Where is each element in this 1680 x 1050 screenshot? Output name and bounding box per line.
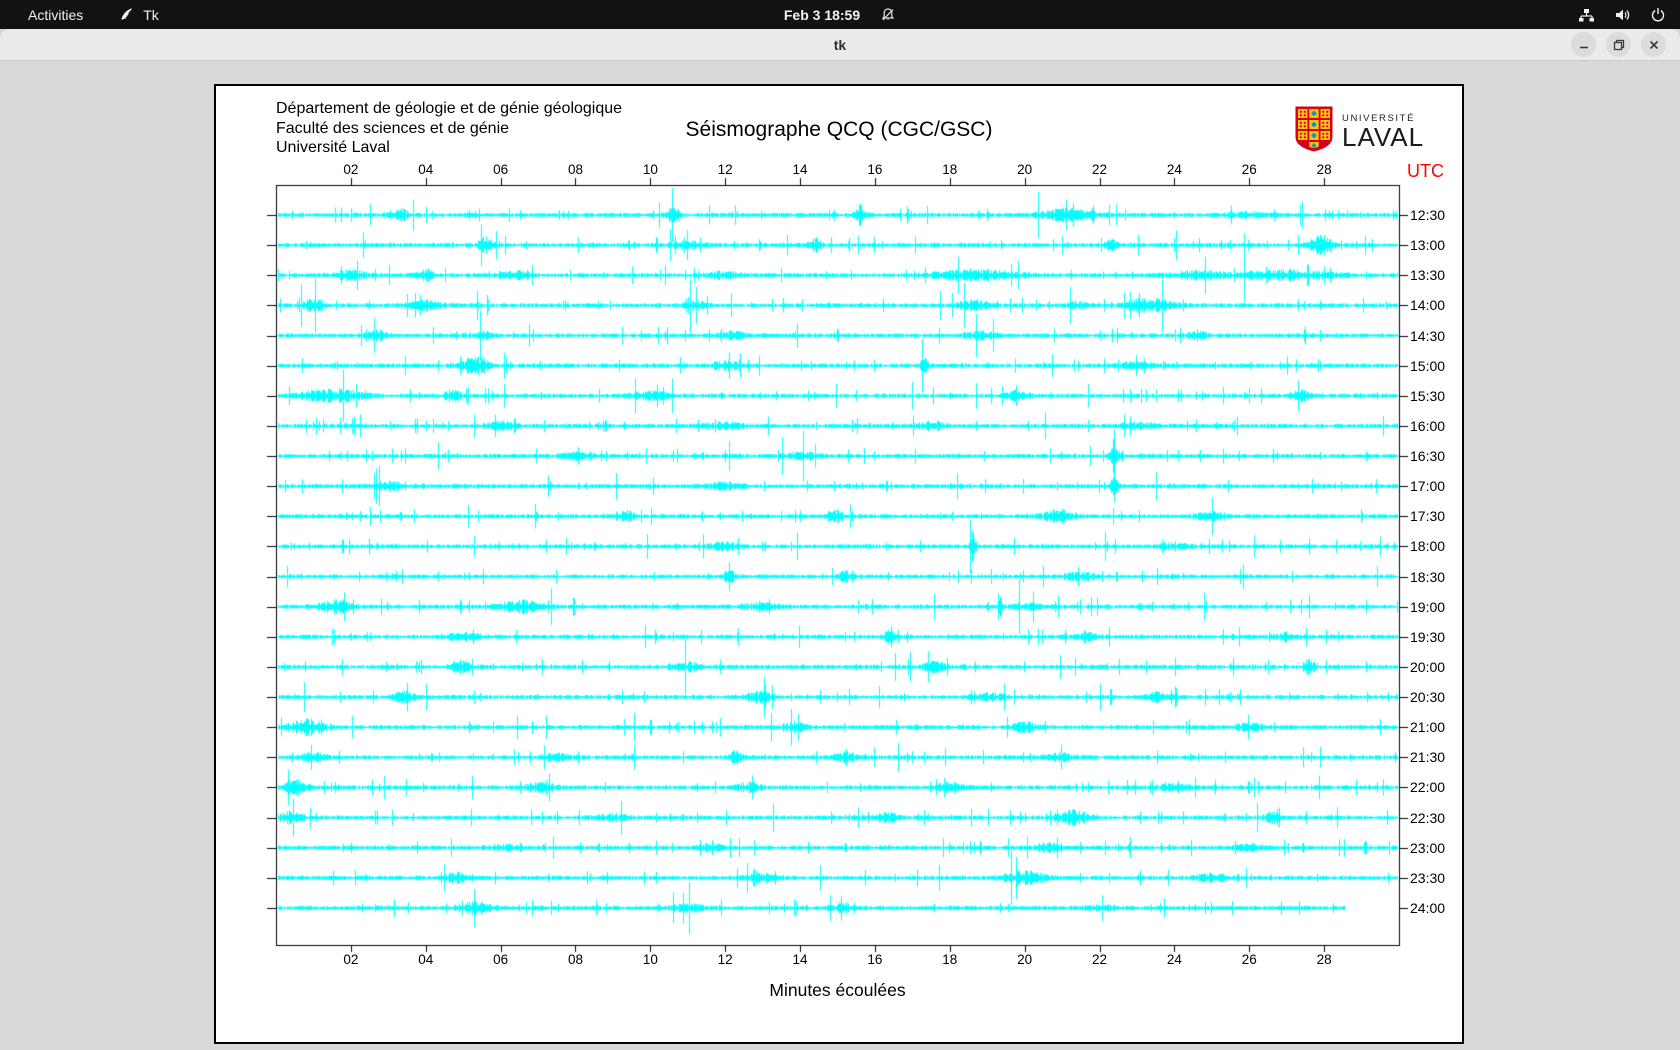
- app-indicator[interactable]: Tk: [119, 7, 159, 23]
- utc-row-label-16:00: 16:00: [1410, 417, 1446, 434]
- utc-row-label-18:30: 18:30: [1410, 568, 1446, 585]
- seismogram-plot: [256, 166, 1436, 966]
- utc-row-label-13:00: 13:00: [1410, 237, 1446, 254]
- x-tick-bottom-02: 02: [343, 952, 359, 967]
- x-tick-top-16: 16: [867, 162, 883, 177]
- utc-row-label-14:30: 14:30: [1410, 327, 1446, 344]
- utc-row-label-21:00: 21:00: [1410, 719, 1446, 736]
- x-tick-bottom-18: 18: [942, 952, 958, 967]
- utc-row-label-22:30: 22:30: [1410, 809, 1446, 826]
- volume-icon[interactable]: [1614, 7, 1631, 23]
- x-tick-bottom-06: 06: [493, 952, 509, 967]
- x-tick-top-02: 02: [343, 162, 359, 177]
- app-indicator-label: Tk: [143, 6, 159, 23]
- utc-row-label-19:30: 19:30: [1410, 628, 1446, 645]
- tk-window-body: Département de géologie et de génie géol…: [0, 61, 1680, 1050]
- utc-row-label-24:00: 24:00: [1410, 900, 1446, 916]
- x-tick-bottom-04: 04: [418, 952, 434, 967]
- x-tick-bottom-24: 24: [1166, 952, 1182, 967]
- universite-laval-logo: UNIVERSITÉ LAVAL: [1294, 105, 1424, 158]
- tk-feather-icon: [119, 7, 134, 22]
- utc-row-label-23:30: 23:30: [1410, 869, 1446, 886]
- bell-slash-icon: [880, 7, 896, 23]
- utc-row-label-19:00: 19:00: [1410, 598, 1446, 615]
- x-tick-top-06: 06: [493, 162, 509, 177]
- utc-row-label-20:30: 20:30: [1410, 689, 1446, 706]
- logo-laval-text: LAVAL: [1342, 122, 1425, 152]
- utc-row-label-20:00: 20:00: [1410, 658, 1446, 675]
- utc-row-label-22:00: 22:00: [1410, 779, 1446, 796]
- utc-row-label-18:00: 18:00: [1410, 538, 1446, 555]
- header-line-1: Département de géologie et de génie géol…: [276, 100, 623, 117]
- utc-row-label-21:30: 21:30: [1410, 749, 1446, 766]
- x-tick-top-28: 28: [1316, 162, 1332, 177]
- maximize-button[interactable]: [1606, 32, 1631, 57]
- utc-row-label-13:30: 13:30: [1410, 267, 1446, 284]
- x-tick-top-12: 12: [717, 162, 733, 177]
- page-title: Séismographe QCQ (CGC/GSC): [685, 118, 993, 141]
- activities-button[interactable]: Activities: [28, 7, 83, 23]
- x-tick-bottom-14: 14: [792, 952, 808, 967]
- utc-row-label-23:00: 23:00: [1410, 839, 1446, 856]
- x-tick-bottom-20: 20: [1017, 952, 1033, 967]
- x-tick-top-14: 14: [792, 162, 808, 177]
- x-tick-bottom-26: 26: [1241, 952, 1257, 967]
- utc-row-label-17:00: 17:00: [1410, 478, 1446, 495]
- x-axis-label: Minutes écoulées: [769, 980, 906, 1000]
- x-tick-top-18: 18: [942, 162, 958, 177]
- utc-row-label-16:30: 16:30: [1410, 448, 1446, 465]
- x-tick-bottom-16: 16: [867, 952, 883, 967]
- x-tick-top-24: 24: [1166, 162, 1182, 177]
- utc-axis-label: UTC: [1407, 161, 1444, 181]
- clock[interactable]: Feb 3 18:59: [784, 7, 860, 23]
- x-tick-bottom-12: 12: [717, 952, 733, 967]
- laval-shield-icon: [1294, 105, 1334, 158]
- x-tick-bottom-10: 10: [642, 952, 658, 967]
- utc-row-label-12:30: 12:30: [1410, 207, 1446, 223]
- utc-row-label-17:30: 17:30: [1410, 508, 1446, 525]
- x-tick-top-22: 22: [1092, 162, 1108, 177]
- x-tick-top-10: 10: [642, 162, 658, 177]
- utc-row-label-15:00: 15:00: [1410, 357, 1446, 374]
- x-tick-top-26: 26: [1241, 162, 1257, 177]
- minimize-button[interactable]: [1571, 32, 1596, 57]
- power-icon[interactable]: [1650, 7, 1666, 23]
- x-tick-bottom-28: 28: [1316, 952, 1332, 967]
- x-tick-top-08: 08: [567, 162, 583, 177]
- x-tick-top-04: 04: [418, 162, 434, 177]
- utc-row-label-14:00: 14:00: [1410, 297, 1446, 314]
- gnome-top-bar: Activities Tk Feb 3 18:59: [0, 0, 1680, 29]
- window-title: tk: [833, 36, 847, 53]
- x-tick-bottom-22: 22: [1092, 952, 1108, 967]
- close-button[interactable]: [1641, 32, 1666, 57]
- seismograph-paper: Département de géologie et de génie géol…: [214, 84, 1464, 1044]
- window-titlebar[interactable]: tk: [0, 29, 1680, 61]
- network-wired-icon[interactable]: [1578, 7, 1595, 23]
- utc-row-label-15:30: 15:30: [1410, 387, 1446, 404]
- x-tick-bottom-08: 08: [567, 952, 583, 967]
- x-tick-top-20: 20: [1017, 162, 1033, 177]
